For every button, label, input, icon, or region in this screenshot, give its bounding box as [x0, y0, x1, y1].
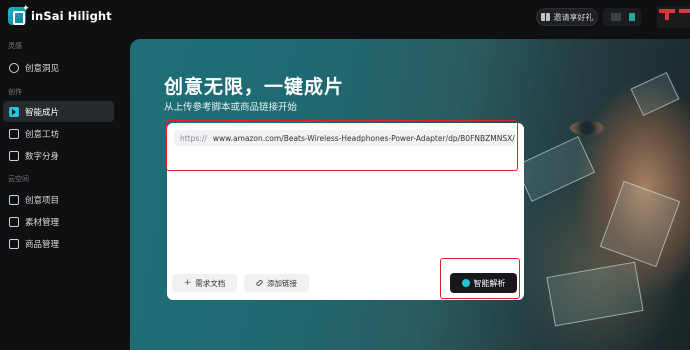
app-logo[interactable]: ✦ inSai Hilight	[8, 4, 112, 25]
invite-button[interactable]: 邀请享好礼	[536, 8, 598, 26]
sidebar-item-insights[interactable]: 创意洞见	[3, 57, 114, 78]
folder-icon	[9, 216, 19, 227]
sidebar-item-digital-avatar[interactable]: 数字分身	[3, 145, 114, 166]
requirements-doc-label: 需求文档	[195, 278, 226, 288]
sidebar-item-products[interactable]: 商品管理	[3, 233, 114, 254]
highlight-parse-button	[440, 258, 520, 299]
plus-icon: +	[183, 278, 192, 288]
hero-portrait-eye	[570, 121, 604, 135]
invite-label: 邀请享好礼	[553, 12, 594, 22]
logo-icon: ✦	[8, 4, 30, 25]
requirements-doc-button[interactable]: + 需求文档	[172, 274, 237, 292]
highlight-url-input	[166, 120, 518, 171]
credits-pill[interactable]	[603, 8, 641, 26]
sidebar-item-label: 创意工坊	[25, 129, 60, 140]
section-label-inspiration: 灵感	[8, 42, 22, 50]
page-title: 创意无限，一键成片	[164, 76, 345, 98]
digital-avatar-icon	[9, 150, 19, 161]
sidebar-item-workshop[interactable]: 创意工坊	[3, 123, 114, 144]
gift-icon	[540, 13, 550, 21]
sidebar-item-label: 素材管理	[25, 217, 60, 228]
compass-icon	[9, 62, 19, 73]
app-name: inSai Hilight	[31, 9, 112, 23]
page-subtitle: 从上传参考脚本或商品链接开始	[164, 102, 298, 113]
avatar[interactable]	[657, 6, 690, 28]
section-label-cloud: 云空间	[8, 175, 29, 183]
credits-indicator	[611, 13, 621, 21]
hero-banner: 创意无限，一键成片 从上传参考脚本或商品链接开始 https:// www.am…	[130, 39, 690, 350]
workshop-icon	[9, 128, 19, 139]
sidebar: 灵感 创意洞见 创作 智能成片 创意工坊 数字分身 云空间 创意项目 素材管理 …	[0, 34, 120, 350]
sidebar-item-label: 智能成片	[25, 107, 60, 118]
sidebar-item-assets[interactable]: 素材管理	[3, 211, 114, 232]
add-link-label: 添加链接	[267, 278, 297, 288]
sidebar-item-smart-video[interactable]: 智能成片	[3, 101, 114, 122]
product-icon	[9, 238, 19, 249]
video-play-icon	[9, 106, 19, 117]
credits-accent	[629, 13, 635, 21]
sidebar-item-label: 创意洞见	[25, 63, 60, 74]
sidebar-item-label: 数字分身	[25, 151, 60, 162]
sidebar-item-label: 商品管理	[25, 239, 60, 250]
project-icon	[9, 194, 19, 205]
section-label-create: 创作	[8, 88, 22, 96]
sidebar-item-label: 创意项目	[25, 195, 60, 206]
add-link-button[interactable]: 添加链接	[244, 274, 309, 292]
link-icon	[255, 279, 264, 287]
top-bar: ✦ inSai Hilight 邀请享好礼	[0, 0, 690, 34]
sidebar-item-projects[interactable]: 创意项目	[3, 189, 114, 210]
